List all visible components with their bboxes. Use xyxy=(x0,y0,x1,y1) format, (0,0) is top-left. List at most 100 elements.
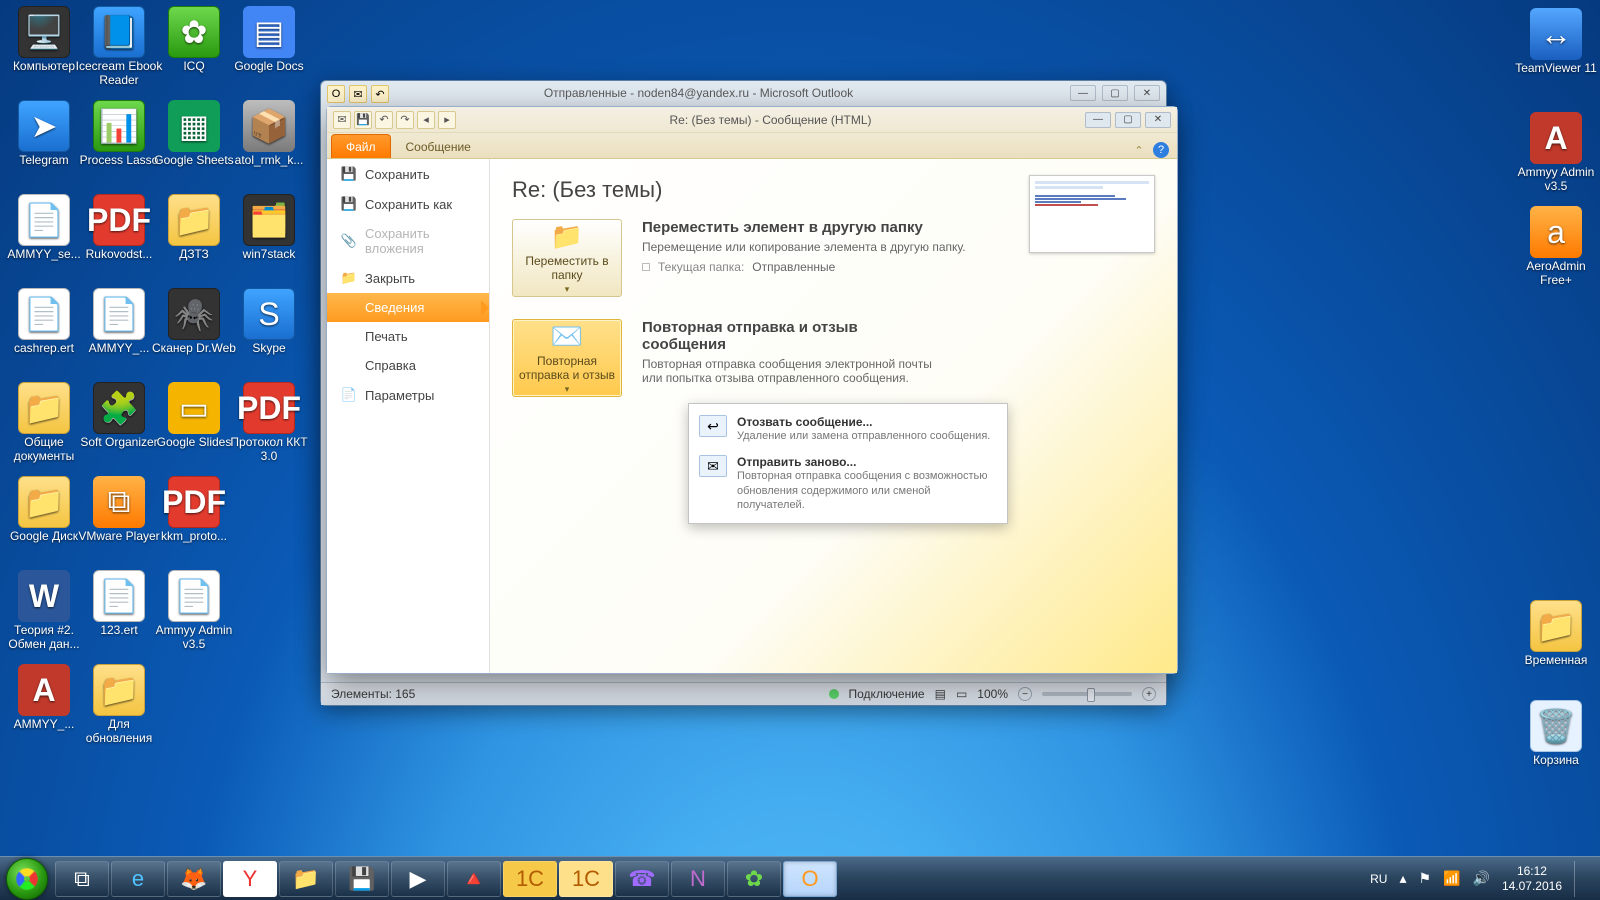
icon-label: Skype xyxy=(225,342,313,356)
prev-item-icon[interactable]: ◂ xyxy=(417,111,435,129)
next-item-icon[interactable]: ▸ xyxy=(438,111,456,129)
taskbar-yandex[interactable]: Y xyxy=(223,861,277,897)
tab-file[interactable]: Файл xyxy=(331,134,391,158)
taskbar-1c-a[interactable]: 1C xyxy=(503,861,557,897)
icon-label: kkm_proto... xyxy=(150,530,238,544)
taskbar-viber[interactable]: ☎ xyxy=(615,861,669,897)
view-normal-icon[interactable]: ▤ xyxy=(935,687,946,701)
qat-outer: O ✉ ↶ xyxy=(327,85,389,103)
taskbar-outlook[interactable]: O xyxy=(783,861,837,897)
desktop-icon[interactable]: aAeroAdmin Free+ xyxy=(1512,206,1600,288)
undo-icon[interactable]: ↶ xyxy=(375,111,393,129)
taskbar-icq[interactable]: ✿ xyxy=(727,861,781,897)
app-icon: 🗑️ xyxy=(1530,700,1582,752)
ribbon-tabs: Файл Сообщение ⌃ ? xyxy=(327,133,1177,159)
desktop-icon[interactable]: 🗂️win7stack xyxy=(225,194,313,262)
outer-titlebar[interactable]: Отправленные - noden84@yandex.ru - Micro… xyxy=(321,81,1166,105)
desktop-icon[interactable]: 📄Ammyy Admin v3.5 xyxy=(150,570,238,652)
app-icon: W xyxy=(18,570,70,622)
app-icon: PDF xyxy=(93,194,145,246)
desktop-icon[interactable]: PDFПротокол ККТ 3.0 xyxy=(225,382,313,464)
zoom-level: 100% xyxy=(977,687,1008,701)
message-titlebar[interactable]: ✉ 💾 ↶ ↷ ◂ ▸ Re: (Без темы) - Сообщение (… xyxy=(327,107,1177,133)
tray-flag-icon[interactable]: ⚑ xyxy=(1419,870,1432,887)
desktop-icon[interactable]: 📦atol_rmk_k... xyxy=(225,100,313,168)
move-to-folder-button[interactable]: 📁 Переместить в папку ▾ xyxy=(512,219,622,297)
zoom-slider[interactable] xyxy=(1042,692,1132,696)
close-button[interactable]: ✕ xyxy=(1134,85,1160,101)
mail-resend-icon: ✉️ xyxy=(551,321,583,352)
zoom-out-button[interactable]: − xyxy=(1018,687,1032,701)
folder-close-icon: 📁 xyxy=(341,270,357,286)
start-button[interactable] xyxy=(6,858,48,900)
taskbar-onenote[interactable]: N xyxy=(671,861,725,897)
icon-label: Ammyy Admin v3.5 xyxy=(150,624,238,652)
maximize-button[interactable]: ▢ xyxy=(1115,112,1141,128)
maximize-button[interactable]: ▢ xyxy=(1102,85,1128,101)
zoom-in-button[interactable]: + xyxy=(1142,687,1156,701)
view-reading-icon[interactable]: ▭ xyxy=(956,687,967,701)
taskbar-wmp[interactable]: ▶ xyxy=(391,861,445,897)
undo-icon[interactable]: ↶ xyxy=(371,85,389,103)
minimize-button[interactable]: — xyxy=(1085,112,1111,128)
app-icon: a xyxy=(1530,206,1582,258)
icon-label: win7stack xyxy=(225,248,313,262)
icon-label: Протокол ККТ 3.0 xyxy=(225,436,313,464)
desktop-icon[interactable]: 🗑️ Корзина xyxy=(1512,700,1600,768)
nav-close[interactable]: 📁Закрыть xyxy=(327,263,489,293)
desktop-icon[interactable]: 📁Временная xyxy=(1512,600,1600,668)
nav-print[interactable]: Печать xyxy=(327,322,489,351)
desktop-icon[interactable]: AAmmyy Admin v3.5 xyxy=(1512,112,1600,194)
tray-clock[interactable]: 16:12 14.07.2016 xyxy=(1502,864,1562,893)
nav-options[interactable]: 📄Параметры xyxy=(327,380,489,410)
app-icon: ✿ xyxy=(168,6,220,58)
tray-network-icon[interactable]: 📶 xyxy=(1443,870,1460,887)
folder-move-icon: 📁 xyxy=(551,221,583,252)
outlook-statusbar: Элементы: 165 Подключение ▤ ▭ 100% − + xyxy=(321,682,1166,705)
nav-save[interactable]: 💾Сохранить xyxy=(327,159,489,189)
tray-language[interactable]: RU xyxy=(1370,872,1387,886)
taskbar-notepad[interactable]: 💾 xyxy=(335,861,389,897)
app-icon: 📄 xyxy=(18,288,70,340)
redo-icon[interactable]: ↷ xyxy=(396,111,414,129)
taskbar-firefox[interactable]: 🦊 xyxy=(167,861,221,897)
minimize-button[interactable]: — xyxy=(1070,85,1096,101)
desktop-icon[interactable]: PDFkkm_proto... xyxy=(150,476,238,544)
app-icon: 🕷️ xyxy=(168,288,220,340)
options-icon: 📄 xyxy=(341,387,357,403)
tab-message[interactable]: Сообщение xyxy=(391,134,486,158)
desktop-icon[interactable]: SSkype xyxy=(225,288,313,356)
taskbar-vmware[interactable]: ⧉ xyxy=(55,861,109,897)
resend-description: Повторная отправка сообщения электронной… xyxy=(642,357,942,385)
taskbar-ie[interactable]: e xyxy=(111,861,165,897)
help-icon[interactable]: ? xyxy=(1153,142,1169,158)
close-button[interactable]: ✕ xyxy=(1145,112,1171,128)
taskbar-1c-b[interactable]: 1C xyxy=(559,861,613,897)
tray-volume-icon[interactable]: 🔊 xyxy=(1473,870,1490,887)
menu-resend-message[interactable]: ✉ Отправить заново...Повторная отправка … xyxy=(689,449,1007,518)
resend-recall-button[interactable]: ✉️ Повторная отправка и отзыв ▾ xyxy=(512,319,622,397)
app-icon: 📄 xyxy=(93,570,145,622)
icon-label: Google Docs xyxy=(225,60,313,74)
show-desktop-button[interactable] xyxy=(1574,861,1584,897)
desktop-icon[interactable]: ↔TeamViewer 11 xyxy=(1512,8,1600,76)
desktop-icon[interactable]: ▤Google Docs xyxy=(225,6,313,74)
save-icon[interactable]: 💾 xyxy=(354,111,372,129)
send-receive-icon[interactable]: ✉ xyxy=(349,85,367,103)
nav-info[interactable]: Сведения xyxy=(327,293,489,322)
taskbar-vlc[interactable]: 🔺 xyxy=(447,861,501,897)
desktop-icon[interactable]: 📁Для обновления xyxy=(75,664,163,746)
taskbar-explorer[interactable]: 📁 xyxy=(279,861,333,897)
resend-heading: Повторная отправка и отзыв сообщения xyxy=(642,319,942,353)
tray-expand-icon[interactable]: ▴ xyxy=(1399,870,1406,887)
message-preview-thumbnail[interactable] xyxy=(1029,175,1155,253)
nav-save-as[interactable]: 💾Сохранить как xyxy=(327,189,489,219)
move-heading: Переместить элемент в другую папку xyxy=(642,219,966,236)
app-icon: ▦ xyxy=(168,100,220,152)
icon-label: atol_rmk_k... xyxy=(225,154,313,168)
nav-help[interactable]: Справка xyxy=(327,351,489,380)
ribbon-collapse-icon[interactable]: ⌃ xyxy=(1131,142,1147,158)
menu-recall-message[interactable]: ↩ Отозвать сообщение...Удаление или заме… xyxy=(689,409,1007,449)
icon-label: Корзина xyxy=(1512,754,1600,768)
attachment-icon: 📎 xyxy=(341,233,357,249)
